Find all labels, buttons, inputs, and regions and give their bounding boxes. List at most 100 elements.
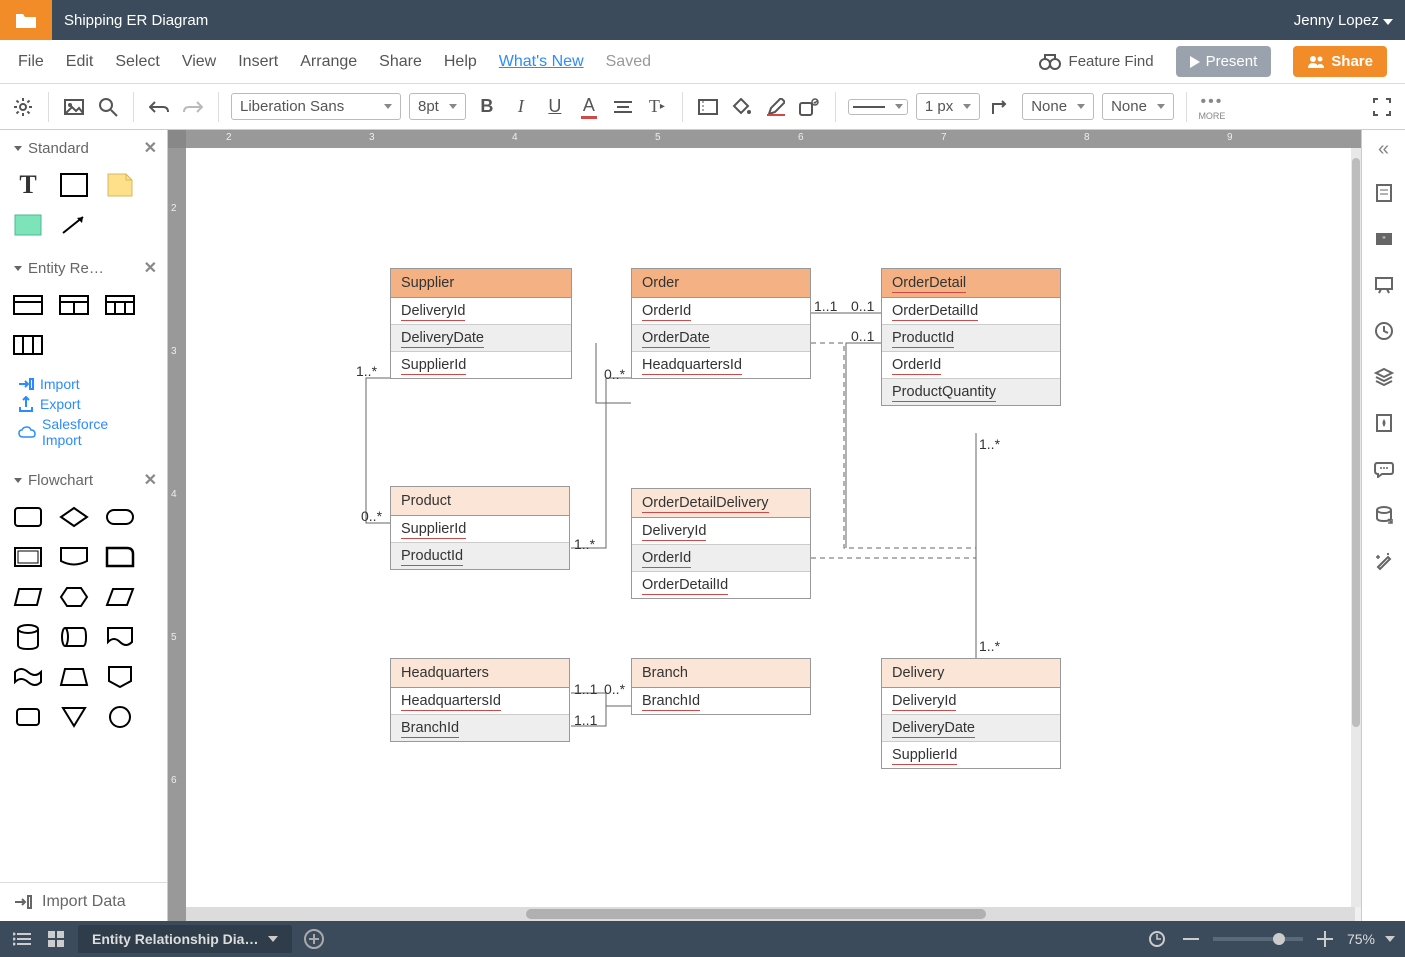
- fc-cyl2[interactable]: [56, 622, 92, 652]
- fc-trap2[interactable]: [56, 662, 92, 692]
- align-button[interactable]: [610, 94, 636, 120]
- horizontal-scrollbar[interactable]: [186, 907, 1355, 921]
- menu-share[interactable]: Share: [379, 53, 422, 71]
- fc-doc[interactable]: [102, 622, 138, 652]
- magic-icon[interactable]: [1370, 547, 1398, 575]
- menu-edit[interactable]: Edit: [66, 53, 94, 71]
- line-route-button[interactable]: [988, 94, 1014, 120]
- fc-terminator[interactable]: [102, 502, 138, 532]
- menu-view[interactable]: View: [182, 53, 216, 71]
- close-icon[interactable]: ✕: [144, 470, 157, 490]
- close-icon[interactable]: ✕: [144, 138, 157, 158]
- scrollbar-thumb[interactable]: [1352, 158, 1360, 727]
- fill-button[interactable]: [729, 94, 755, 120]
- canvas[interactable]: 1..* 0..* 1..* 0..* 1..1 0..1 0..1 1..1 …: [186, 148, 1355, 915]
- shape-arrow[interactable]: [56, 210, 92, 240]
- line-end-select[interactable]: None: [1102, 93, 1174, 120]
- fc-rect[interactable]: [10, 502, 46, 532]
- fc-diamond[interactable]: [56, 502, 92, 532]
- theme-icon[interactable]: [1370, 409, 1398, 437]
- shape-er4[interactable]: [10, 330, 46, 360]
- bold-button[interactable]: B: [474, 94, 500, 120]
- vertical-scrollbar[interactable]: [1351, 148, 1361, 907]
- user-menu[interactable]: Jenny Lopez: [1294, 12, 1393, 29]
- scrollbar-thumb[interactable]: [526, 909, 986, 919]
- link-export[interactable]: Export: [18, 394, 157, 414]
- fc-merge[interactable]: [56, 702, 92, 732]
- shape-note[interactable]: [102, 170, 138, 200]
- text-color-button[interactable]: A: [576, 94, 602, 120]
- italic-button[interactable]: I: [508, 94, 534, 120]
- page-tab[interactable]: Entity Relationship Dia…: [78, 925, 292, 953]
- fc-cyl[interactable]: [10, 622, 46, 652]
- add-page-button[interactable]: [302, 927, 326, 951]
- layers-icon[interactable]: [1370, 363, 1398, 391]
- present-button[interactable]: Present: [1176, 46, 1272, 77]
- shape-text[interactable]: T: [10, 170, 46, 200]
- font-select[interactable]: Liberation Sans: [231, 93, 401, 120]
- font-size-select[interactable]: 8pt: [409, 93, 466, 120]
- zoom-out-button[interactable]: [1179, 927, 1203, 951]
- entity-orderdetaildelivery[interactable]: OrderDetailDelivery DeliveryId OrderId O…: [631, 488, 811, 599]
- undo-button[interactable]: [146, 94, 172, 120]
- entity-headquarters[interactable]: Headquarters HeadquartersId BranchId: [390, 658, 570, 742]
- fc-square[interactable]: [10, 702, 46, 732]
- entity-delivery[interactable]: Delivery DeliveryId DeliveryDate Supplie…: [881, 658, 1061, 769]
- search-button[interactable]: [95, 94, 121, 120]
- section-flowchart[interactable]: Flowchart✕: [0, 462, 167, 498]
- app-logo[interactable]: [0, 0, 52, 40]
- zoom-value[interactable]: 75%: [1347, 931, 1375, 947]
- share-button[interactable]: Share: [1293, 46, 1387, 77]
- data-icon[interactable]: [1370, 501, 1398, 529]
- close-icon[interactable]: ✕: [144, 258, 157, 278]
- fc-hex[interactable]: [56, 582, 92, 612]
- doc-title[interactable]: Shipping ER Diagram: [64, 12, 208, 29]
- entity-branch[interactable]: Branch BranchId: [631, 658, 811, 715]
- menu-help[interactable]: Help: [444, 53, 477, 71]
- link-import[interactable]: Import: [18, 374, 157, 394]
- fc-trap[interactable]: [10, 582, 46, 612]
- fc-offpage[interactable]: [102, 662, 138, 692]
- fc-display[interactable]: [56, 542, 92, 572]
- entity-supplier[interactable]: Supplier DeliveryId DeliveryDate Supplie…: [390, 268, 572, 379]
- shape-rect[interactable]: [56, 170, 92, 200]
- zoom-in-button[interactable]: [1313, 927, 1337, 951]
- pencil-button[interactable]: [763, 94, 789, 120]
- shape-er3[interactable]: [102, 290, 138, 320]
- zoom-slider[interactable]: [1213, 937, 1303, 941]
- shape-er2[interactable]: [56, 290, 92, 320]
- page-icon[interactable]: [1370, 179, 1398, 207]
- shape-rect-button[interactable]: [695, 94, 721, 120]
- menu-whatsnew[interactable]: What's New: [499, 53, 584, 71]
- menu-insert[interactable]: Insert: [238, 53, 278, 71]
- line-start-select[interactable]: None: [1022, 93, 1094, 120]
- collapse-button[interactable]: «: [1378, 138, 1389, 161]
- shape-er1[interactable]: [10, 290, 46, 320]
- fc-tape[interactable]: [10, 662, 46, 692]
- grid-view-button[interactable]: [44, 927, 68, 951]
- section-entity[interactable]: Entity Re…✕: [0, 250, 167, 286]
- fc-para[interactable]: [102, 582, 138, 612]
- fc-circle[interactable]: [102, 702, 138, 732]
- underline-button[interactable]: U: [542, 94, 568, 120]
- image-button[interactable]: [61, 94, 87, 120]
- text-options-button[interactable]: T▸: [644, 94, 670, 120]
- redo-button[interactable]: [180, 94, 206, 120]
- settings-button[interactable]: [10, 94, 36, 120]
- chat-icon[interactable]: [1370, 455, 1398, 483]
- entity-product[interactable]: Product SupplierId ProductId: [390, 486, 570, 570]
- line-width-select[interactable]: 1 px: [916, 93, 980, 120]
- more-button[interactable]: •••MORE: [1199, 94, 1225, 120]
- entity-order[interactable]: Order OrderId OrderDate HeadquartersId: [631, 268, 811, 379]
- sync-icon[interactable]: [1145, 927, 1169, 951]
- fc-callout[interactable]: [102, 542, 138, 572]
- menu-select[interactable]: Select: [115, 53, 159, 71]
- shape-block[interactable]: [10, 210, 46, 240]
- line-style-select[interactable]: [848, 99, 908, 115]
- import-data-button[interactable]: Import Data: [0, 882, 167, 921]
- list-view-button[interactable]: [10, 927, 34, 951]
- fc-card[interactable]: [10, 542, 46, 572]
- menu-arrange[interactable]: Arrange: [300, 53, 357, 71]
- shape-options-button[interactable]: [797, 94, 823, 120]
- feature-find[interactable]: Feature Find: [1039, 53, 1154, 70]
